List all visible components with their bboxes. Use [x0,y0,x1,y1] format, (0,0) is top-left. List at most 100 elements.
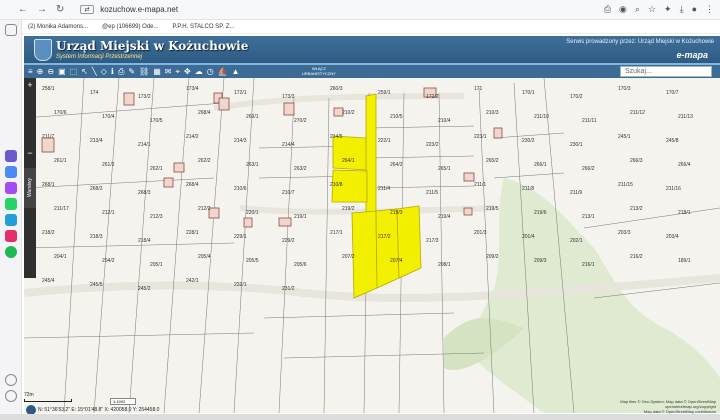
parcel-label: 212/3 [150,214,163,220]
info-icon[interactable]: ℹ [111,67,114,77]
parcel-label: 208/1 [438,262,451,268]
back-icon[interactable]: ← [18,4,28,15]
triangle-icon[interactable]: ▲ [232,67,240,77]
bookmark-item[interactable]: (2) Monika Adamons... [28,24,88,30]
browser-sidebar [0,20,22,420]
extent-icon[interactable]: ⬚ [70,67,78,77]
parcel-label: 218/2 [42,230,55,236]
parcel-label: 216/2 [630,254,643,260]
search-input[interactable]: Szukaj... [620,66,712,77]
whatsapp-icon[interactable] [5,198,17,210]
layers-panel-tab[interactable]: Warstwy [24,168,36,208]
reload-icon[interactable]: ↻ [56,4,64,15]
bookmark-item[interactable]: @ep (106699) Ode... [102,24,158,30]
parcel-label: 232/1 [234,282,247,288]
zoom-icon[interactable]: ⌕ [635,4,640,15]
map-canvas[interactable]: 258/1 174 173/2 173/4 172/1 173/3 260/3 259/1 17… [24,78,720,413]
scale-bar: 72m [24,392,72,402]
parcel-label: 217/3 [426,238,439,244]
settings-icon[interactable] [5,390,17,402]
parcel-label: 211/11 [582,118,597,124]
menu-icon[interactable]: ⋮ [705,4,714,15]
zoom-in-icon[interactable]: ⊕ [37,67,44,77]
parcel-label: 229/2 [282,238,295,244]
site-subtitle: System Informacji Przestrzennej [56,54,143,60]
camera-icon[interactable]: ◉ [619,4,627,15]
print-icon[interactable]: ⎙ [118,67,124,77]
comment-icon[interactable]: ✉ [165,67,172,77]
select-icon[interactable]: ↖ [81,67,88,77]
home-icon[interactable] [5,24,17,36]
parcel-label: 205/6 [294,262,307,268]
parcel-label: 262/2 [198,158,211,164]
parcel-label: 213/4 [90,138,103,144]
parcel-label: 211/9 [570,190,582,196]
sail-icon[interactable]: ⛵ [218,67,228,77]
parcel-label: 203/4 [666,234,679,240]
messenger-icon[interactable] [5,182,17,194]
instagram-icon[interactable] [5,230,17,242]
urban-legend-button[interactable]: WŁĄCZ URBANISTYCZNY [302,66,336,76]
parcel-label: 203/3 [618,230,631,236]
parcel-label: 219/5 [486,206,499,212]
parcel-label: 189/1 [678,258,691,264]
scale-label: 72m [24,392,34,398]
forward-icon[interactable]: → [37,4,47,15]
parcel-label: 210/3 [486,110,499,116]
parcel-label: 214/3 [234,138,247,144]
parcel-label: 262/1 [150,166,163,172]
measure-line-icon[interactable]: ╲ [92,67,97,77]
address-bar[interactable]: ⇄ kozuchow.e-mapa.net [80,3,500,17]
share-icon[interactable]: ⎙ [604,4,611,15]
parcel-label: 211/16 [666,186,681,192]
brand-logo[interactable]: e-mapa [676,50,708,60]
parcel-label: 212/1 [102,210,115,216]
parcel-label: 242/1 [186,278,199,284]
messages-icon[interactable] [5,166,17,178]
download-icon[interactable]: ⤓ [680,4,684,15]
status-bar [0,414,720,420]
scale-select[interactable]: 1:1992 [110,398,136,405]
spotify-icon[interactable] [5,246,17,258]
telegram-icon[interactable] [5,214,17,226]
zoom-out-icon[interactable]: ⊖ [47,67,54,77]
pin-icon[interactable]: ⌖ [175,67,180,77]
parcel-label: 172/1 [234,90,247,96]
clock-icon[interactable]: ◷ [207,67,214,77]
parcel-label: 210/4 [438,118,451,124]
parcel-label: 170/6 [54,110,67,116]
star-icon[interactable]: ☆ [648,4,656,15]
pan-icon[interactable]: ✥ [184,67,191,77]
parcel-label: 261/1 [54,158,67,164]
parcel-label: 170/4 [102,114,115,120]
layers-icon[interactable]: ≡ [28,67,33,77]
zoom-box-icon[interactable]: ▣ [58,67,66,77]
site-info-icon[interactable]: ⇄ [80,5,94,15]
parcel-label: 219/2 [342,206,355,212]
parcel-label: 268/2 [90,186,103,192]
parcel-label: 213/1 [582,214,595,220]
bookmark-item[interactable]: P.P.H. STALCO SP. Z... [173,24,235,30]
parcel-label: 173/4 [186,86,199,92]
edit-icon[interactable]: ✎ [128,67,135,77]
history-icon[interactable] [5,374,17,386]
profile-icon[interactable]: ● [692,4,697,15]
measure-area-icon[interactable]: ◇ [101,67,107,77]
parcel-label: 219/6 [534,210,547,216]
parcel-label: 269/1 [246,114,259,120]
parcel-label: 214/4 [282,142,295,148]
zoom-plus-icon[interactable]: + [24,80,36,90]
parcel-label: 207/4 [390,258,403,264]
zoom-minus-icon[interactable]: − [24,148,36,158]
link-icon[interactable]: ⛓ [139,67,149,77]
highlighted-parcels[interactable] [331,93,422,299]
browser-toolbar: ← → ↻ ⇄ kozuchow.e-mapa.net ⎙ ◉ ⌕ ☆ ✦ ⤓ … [0,0,720,20]
cloud-icon[interactable]: ☁ [195,67,203,77]
app-icon[interactable] [5,150,17,162]
parcel-label: 211/1 [474,182,486,188]
table-icon[interactable]: ▦ [153,67,161,77]
parcel-label: 212/2 [198,206,211,212]
parcel-label: 205/1 [150,262,163,268]
extension-icon[interactable]: ✦ [664,4,672,15]
parcel-label: 228/1 [186,230,199,236]
